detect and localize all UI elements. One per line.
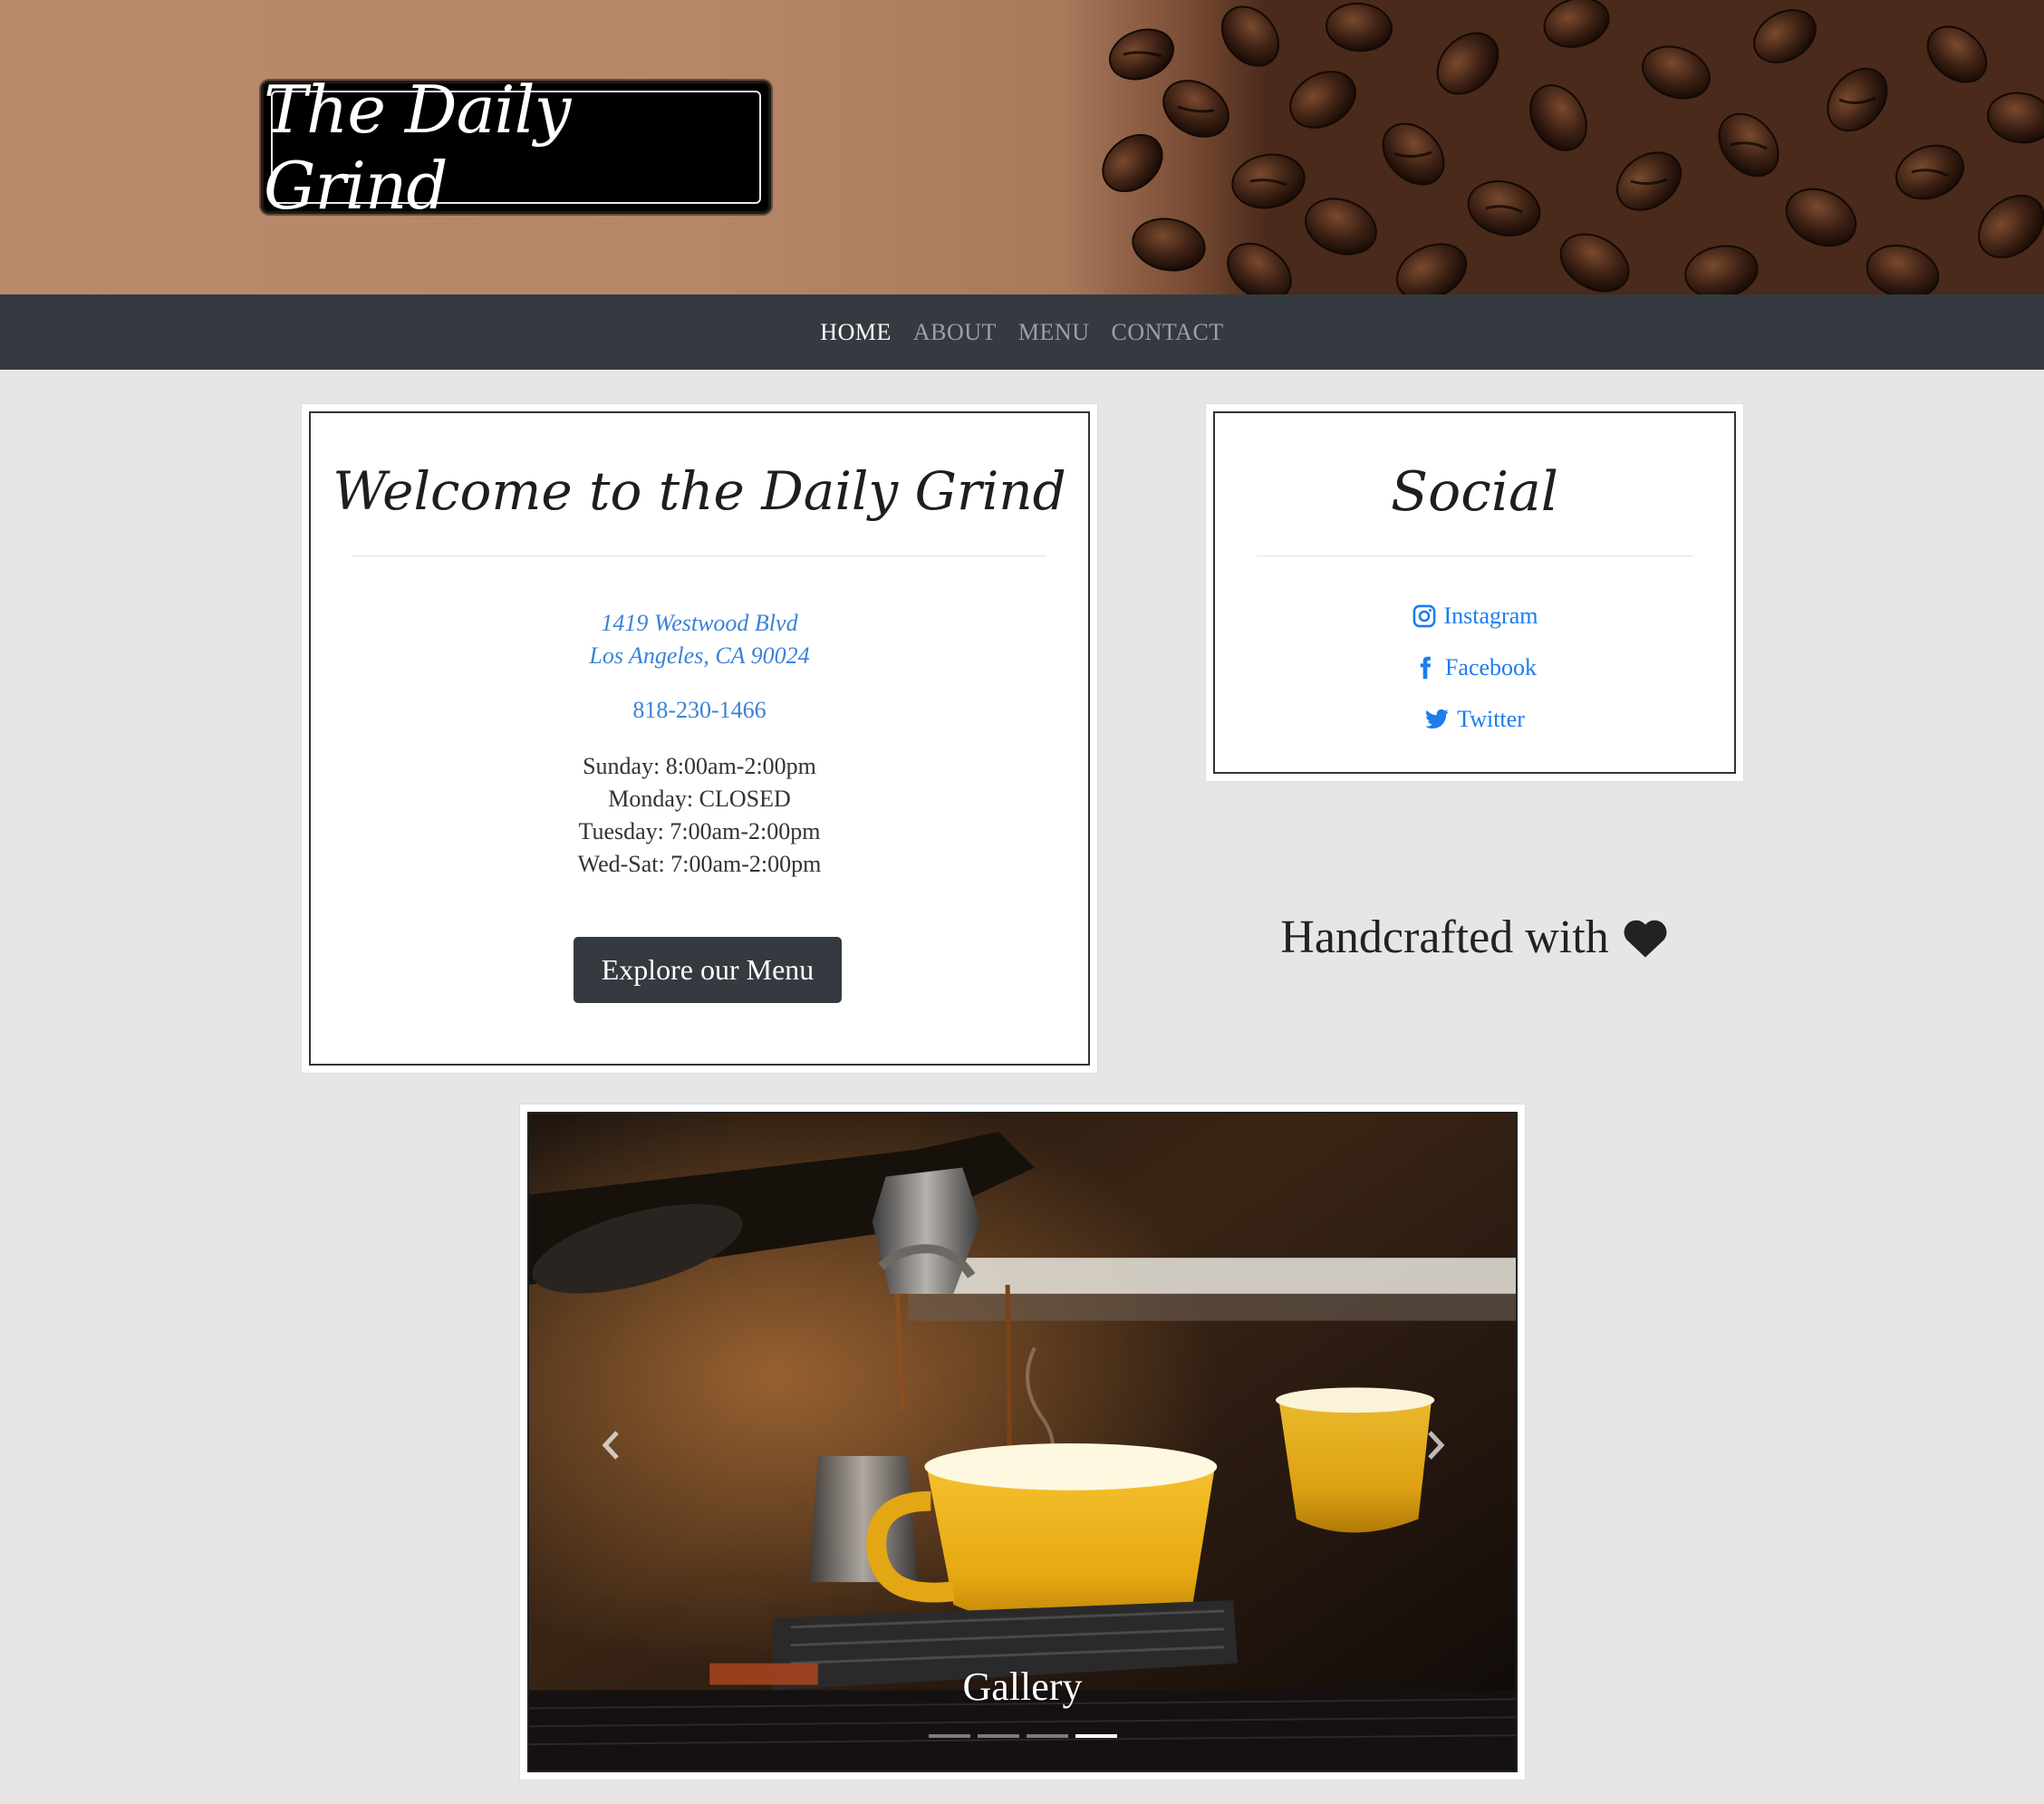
header-banner: The Daily Grind (0, 0, 2044, 294)
handcrafted-tagline: Handcrafted with (1206, 911, 1743, 964)
instagram-label: Instagram (1443, 602, 1538, 629)
facebook-label: Facebook (1444, 653, 1538, 680)
chevron-right-icon (1428, 1431, 1445, 1460)
social-title: Social (1391, 460, 1558, 524)
chevron-left-icon (602, 1431, 619, 1460)
phone-link[interactable]: 818-230-1466 (311, 697, 1088, 724)
carousel-caption: Gallery (962, 1664, 1083, 1709)
twitter-icon (1425, 709, 1449, 728)
nav-item-home[interactable]: HOME (820, 319, 892, 346)
explore-menu-button[interactable]: Explore our Menu (574, 937, 842, 1003)
main-nav: HOME ABOUT MENU CONTACT (0, 294, 2044, 370)
carousel-prev-button[interactable] (583, 1418, 638, 1472)
nav-item-contact[interactable]: CONTACT (1111, 319, 1223, 346)
twitter-link[interactable]: Twitter (1215, 693, 1734, 745)
hours-sunday: Sunday: 8:00am-2:00pm (583, 753, 816, 779)
tagline-text: Handcrafted with (1280, 912, 1609, 963)
social-card: Social Instagram Facebook Twitter (1206, 404, 1743, 781)
logo[interactable]: The Daily Grind (261, 71, 771, 224)
hours-tuesday: Tuesday: 7:00am-2:00pm (578, 818, 821, 844)
welcome-card-frame: Welcome to the Daily Grind 1419 Westwood… (309, 411, 1090, 1066)
social-card-frame: Social Instagram Facebook Twitter (1213, 411, 1736, 774)
facebook-icon (1420, 656, 1432, 679)
divider (352, 555, 1046, 556)
carousel-next-button[interactable] (1409, 1418, 1463, 1472)
carousel-indicator-2[interactable] (977, 1734, 1019, 1738)
carousel-indicators (529, 1734, 1516, 1738)
instagram-link[interactable]: Instagram (1215, 590, 1734, 642)
heart-icon (1624, 920, 1667, 958)
nav-item-menu[interactable]: MENU (1018, 319, 1090, 346)
facebook-link[interactable]: Facebook (1215, 642, 1734, 693)
hours-wed-sat: Wed-Sat: 7:00am-2:00pm (577, 851, 822, 877)
welcome-title: Welcome to the Daily Grind (333, 460, 1066, 522)
address-line-2: Los Angeles, CA 90024 (589, 642, 810, 669)
twitter-label: Twitter (1457, 705, 1525, 732)
divider (1257, 555, 1692, 556)
nav-item-about[interactable]: ABOUT (913, 319, 997, 346)
carousel-indicator-1[interactable] (928, 1734, 970, 1738)
hours-list: Sunday: 8:00am-2:00pm Monday: CLOSED Tue… (311, 750, 1088, 881)
address-link[interactable]: 1419 Westwood Blvd Los Angeles, CA 90024 (311, 607, 1088, 672)
social-links: Instagram Facebook Twitter (1215, 590, 1734, 745)
logo-text: The Daily Grind (264, 71, 571, 224)
gallery-frame: Gallery (527, 1112, 1518, 1772)
welcome-card: Welcome to the Daily Grind 1419 Westwood… (302, 404, 1097, 1073)
hours-monday: Monday: CLOSED (608, 786, 791, 812)
carousel-indicator-3[interactable] (1026, 1734, 1068, 1738)
carousel-indicator-4[interactable] (1075, 1734, 1117, 1738)
instagram-icon (1412, 604, 1435, 627)
gallery-carousel: Gallery (520, 1105, 1525, 1780)
address-line-1: 1419 Westwood Blvd (601, 610, 798, 636)
